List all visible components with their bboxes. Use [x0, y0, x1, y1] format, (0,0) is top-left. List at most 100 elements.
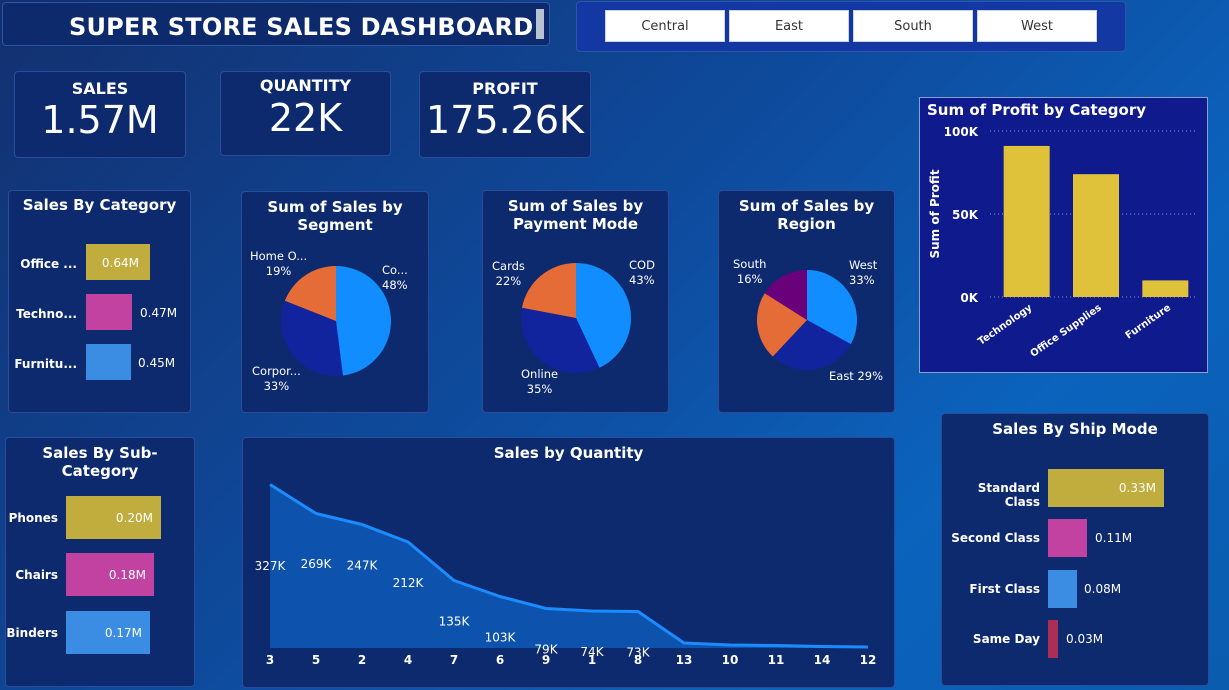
slice-label-east: East 29%: [829, 369, 884, 383]
x-tick-label: Technology: [976, 302, 1035, 348]
x-tick-label: 14: [814, 653, 831, 667]
x-tick-label: 7: [450, 653, 458, 667]
bar-row[interactable]: Techno... 0.47M: [9, 294, 190, 334]
card-title: Sales By Sub-Category: [42, 444, 158, 480]
bar-row[interactable]: Chairs 0.18M: [6, 553, 194, 596]
bar-row[interactable]: First Class 0.08M: [942, 570, 1208, 610]
bar-label: Furnitu...: [14, 357, 77, 371]
bar-furniture[interactable]: [1142, 280, 1189, 297]
bar[interactable]: [86, 344, 131, 380]
x-tick-label: 12: [860, 653, 877, 667]
bar-value: 0.08M: [1084, 582, 1122, 596]
card-title: Sales By Category: [22, 196, 177, 214]
kpi-card-sales: SALES 1.57M: [14, 71, 186, 158]
y-axis-title: Sum of Profit: [928, 169, 942, 258]
bar-label: Techno...: [16, 307, 77, 321]
sales-by-subcategory-card: Sales By Sub-Category Phones 0.20M Chair…: [5, 437, 195, 687]
bar-row[interactable]: Second Class 0.11M: [942, 519, 1208, 559]
bar-value: 0.17M: [104, 626, 142, 640]
kpi-label: SALES: [71, 79, 129, 98]
bar-row[interactable]: Phones 0.20M: [6, 496, 194, 539]
bar[interactable]: [86, 294, 132, 330]
data-label: 327K: [255, 559, 287, 573]
sales-by-category-card: Sales By Category Office ... 0.64M Techn…: [8, 190, 191, 413]
x-tick-label: 13: [676, 653, 693, 667]
slice-label-home-office: Home O... 19%: [250, 249, 308, 278]
bar-value: 0.20M: [115, 511, 153, 525]
kpi-label: PROFIT: [472, 79, 538, 98]
data-label: 212K: [393, 576, 425, 590]
data-label: 103K: [485, 631, 517, 645]
bar-value: 0.45M: [138, 356, 176, 370]
bar-label: Standard Class: [977, 481, 1040, 509]
kpi-value: 22K: [268, 96, 343, 140]
slicer-option-east[interactable]: East: [729, 10, 849, 42]
slice-label-west: West 33%: [849, 258, 878, 287]
slicer-option-south[interactable]: South: [853, 10, 973, 42]
x-tick-label: 4: [404, 653, 412, 667]
segment-pie-card: Sum of Sales by Segment Co... 48% Corpor.…: [241, 191, 429, 413]
bar-row[interactable]: Standard Class 0.33M: [942, 469, 1208, 509]
data-label: 135K: [439, 615, 471, 629]
slice-label-online: Online 35%: [521, 367, 559, 396]
region-slicer: Central East South West: [576, 1, 1126, 52]
bar-label: Chairs: [15, 568, 58, 582]
x-tick-label: 11: [768, 653, 785, 667]
y-tick-label: 50K: [952, 208, 979, 222]
bar-office-supplies[interactable]: [1073, 174, 1119, 297]
bar-label: Office ...: [20, 257, 77, 271]
y-tick-label: 100K: [944, 125, 979, 139]
bar-label: Binders: [6, 626, 58, 640]
kpi-label: QUANTITY: [259, 76, 352, 95]
data-label: 269K: [301, 557, 333, 571]
bar-label: Phones: [8, 511, 58, 525]
sales-by-quantity-area-chart: 327K3269K5247K2212K4135K7103K679K974K173…: [255, 483, 877, 667]
slicer-option-central[interactable]: Central: [605, 10, 725, 42]
bar-label: First Class: [969, 582, 1040, 596]
bar-value: 0.11M: [1095, 531, 1133, 545]
x-tick-label: Office Supplies: [1029, 302, 1104, 359]
profit-bar-chart: 100K 50K 0K Sum of Profit TechnologyOffice S…: [928, 125, 1198, 360]
bar[interactable]: [1048, 570, 1077, 608]
slice-label-corporate: Corpor... 33%: [252, 364, 301, 393]
data-label: 247K: [347, 559, 379, 573]
dashboard-title-bar: SUPER STORE SALES DASHBOARD: [2, 2, 550, 46]
slice-label-consumer: Co... 48%: [382, 263, 408, 292]
x-tick-label: 10: [722, 653, 739, 667]
card-title: Sales By Ship Mode: [992, 420, 1158, 438]
bar-row[interactable]: Office ... 0.64M: [9, 244, 190, 284]
bar-row[interactable]: Binders 0.17M: [6, 611, 194, 654]
bar[interactable]: [1048, 620, 1058, 658]
slice-label-cod: COD 43%: [629, 258, 655, 287]
kpi-card-profit: PROFIT 175.26K: [419, 71, 591, 158]
slice-label-south: South 16%: [733, 257, 767, 286]
y-tick-label: 0K: [960, 291, 978, 305]
bar-technology[interactable]: [1003, 145, 1050, 297]
dashboard-title: SUPER STORE SALES DASHBOARD: [69, 13, 534, 41]
bar-value: 0.47M: [140, 306, 178, 320]
kpi-value: 1.57M: [41, 98, 159, 142]
x-tick-label: 8: [634, 653, 642, 667]
slice-label-cards: Cards 22%: [492, 259, 525, 288]
bar-value: 0.18M: [108, 568, 146, 582]
bar-value: 0.64M: [101, 256, 139, 270]
x-tick-label: 9: [542, 653, 550, 667]
kpi-value: 175.26K: [426, 98, 584, 142]
bar-label: Same Day: [972, 632, 1040, 646]
bar-row[interactable]: Furnitu... 0.45M: [9, 344, 190, 384]
x-tick-label: 5: [312, 653, 320, 667]
bar-row[interactable]: Same Day 0.03M: [942, 620, 1208, 660]
slicer-option-west[interactable]: West: [977, 10, 1097, 42]
payment-pie-card: Sum of Sales by Payment Mode COD 43% Onli…: [482, 190, 669, 413]
bar[interactable]: [1048, 519, 1087, 557]
scrollbar-thumb[interactable]: [536, 9, 544, 39]
sales-by-shipmode-card: Sales By Ship Mode Standard Class 0.33M …: [941, 413, 1209, 686]
bar-value: 0.03M: [1066, 632, 1104, 646]
bar-value: 0.33M: [1118, 481, 1156, 495]
x-tick-label: 6: [496, 653, 504, 667]
x-tick-label: Furniture: [1124, 302, 1174, 341]
region-pie-card: Sum of Sales by Region West 33% East 29% …: [718, 190, 895, 413]
sales-by-quantity-card: Sales by Quantity 327K 3 269K 5 247K 2 212K 4 13…: [242, 437, 895, 688]
x-tick-label: 1: [588, 653, 596, 667]
profit-by-category-card: Sum of Profit by Category 100K 50K 0K Sum o…: [919, 97, 1208, 373]
